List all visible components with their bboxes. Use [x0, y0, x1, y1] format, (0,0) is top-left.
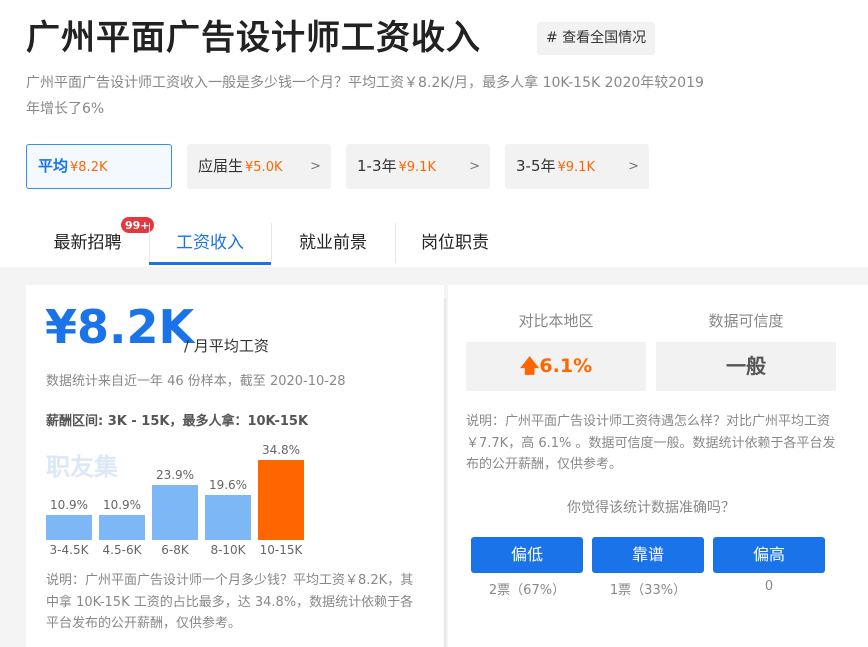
pill-label: 平均 [38, 157, 69, 175]
pill-graduate[interactable]: 应届生 ¥5.0K > [187, 144, 331, 189]
chevron-right-icon: > [310, 159, 321, 174]
chart-bar [46, 514, 92, 540]
vote-low-count: 2票（67%） [488, 583, 566, 598]
card-divider [444, 298, 446, 647]
pill-average[interactable]: 平均 ¥8.2K [26, 144, 172, 189]
chart-value-label: 34.8% [261, 442, 301, 457]
chart-bar [99, 514, 145, 540]
vote-high-count: 0 [764, 579, 774, 594]
vote-high-button[interactable]: 偏高 [713, 537, 825, 573]
vote-reliable-button[interactable]: 靠谱 [592, 537, 704, 573]
reliability-value: 一般 [726, 354, 766, 378]
accuracy-question: 你觉得该统计数据准确吗？ [567, 500, 735, 516]
chevron-right-icon: > [469, 159, 480, 174]
sample-note: 数据统计来自近一年 46 份样本，截至 2020-10-28 [46, 374, 346, 389]
pill-amount: ¥8.2K [70, 160, 108, 175]
chart-bar [258, 459, 304, 540]
active-tab-indicator [149, 262, 271, 265]
chart-category-label: 4.5-6K [102, 543, 142, 557]
chart-value-label: 10.9% [102, 497, 142, 512]
salary-unit: / 月平均工资 [184, 337, 269, 355]
arrow-up-icon: 🡅 [519, 355, 540, 377]
pill-amount: ¥9.1K [557, 160, 595, 175]
chart-bar [205, 494, 251, 540]
tab-salary[interactable]: 工资收入 [149, 218, 271, 268]
view-national-link[interactable]: # 查看全国情况 [537, 22, 656, 55]
vote-low-button[interactable]: 偏低 [471, 537, 583, 573]
compare-local-heading: 对比本地区 [518, 312, 594, 330]
chart-bar [152, 485, 198, 540]
pill-label: 1-3年 [357, 157, 397, 175]
compare-local-value: 6.1% [539, 355, 593, 377]
tab-duties[interactable]: 岗位职责 [395, 218, 515, 268]
pill-1-3-years[interactable]: 1-3年 ¥9.1K > [346, 144, 490, 189]
reliability-box: 一般 [656, 342, 836, 391]
pill-label: 应届生 [198, 157, 244, 175]
pill-amount: ¥9.1K [398, 160, 436, 175]
chart-category-label: 8-10K [210, 543, 246, 557]
tab-label: 就业前景 [299, 233, 367, 253]
page-title: 广州平面广告设计师工资收入 [26, 18, 481, 58]
comparison-description: 说明：广州平面广告设计师工资待遇怎么样？对比广州平均工资 ￥7.7K，高 6.1… [466, 414, 836, 472]
chart-category-label: 10-15K [259, 543, 303, 557]
chart-category-label: 6-8K [161, 543, 189, 557]
chart-value-label: 23.9% [155, 468, 195, 483]
average-salary: ¥8.2K [45, 300, 195, 354]
chart-value-label: 10.9% [49, 497, 89, 512]
chart-value-label: 19.6% [208, 477, 248, 492]
tab-label: 岗位职责 [421, 233, 489, 253]
pill-3-5-years[interactable]: 3-5年 ¥9.1K > [505, 144, 649, 189]
salary-distribution-chart: 10.9% 3-4.5K 10.9% 4.5-6K 23.9% 6-8K 19.6% 8-10… [46, 440, 308, 562]
reliability-heading: 数据可信度 [708, 312, 784, 330]
salary-description: 说明：广州平面广告设计师一个月多少钱？平均工资￥8.2K，其中拿 10K-15K… [46, 573, 414, 631]
pill-label: 3-5年 [516, 157, 556, 175]
compare-local-box: 🡅6.1% [466, 342, 646, 391]
tab-label: 最新招聘 [53, 233, 122, 253]
vote-reliable-count: 1票（33%） [609, 583, 687, 598]
tab-prospects[interactable]: 就业前景 [271, 218, 395, 268]
pill-amount: ¥5.0K [245, 160, 283, 175]
page-subtitle: 广州平面广告设计师工资收入一般是多少钱一个月？平均工资￥8.2K/月，最多人拿 … [26, 75, 704, 117]
salary-range: 薪酬区间: 3K - 15K，最多人拿：10K-15K [46, 414, 309, 429]
chevron-right-icon: > [628, 159, 639, 174]
chart-category-label: 3-4.5K [49, 543, 89, 557]
tab-label: 工资收入 [176, 233, 244, 253]
